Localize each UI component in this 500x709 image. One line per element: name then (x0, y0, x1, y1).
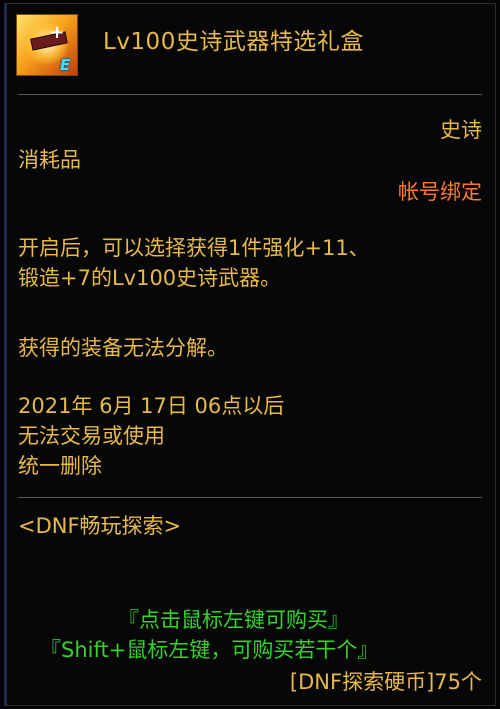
binding-status: 帐号绑定 (398, 180, 482, 204)
description-line: 开启后，可以选择获得1件强化+11、 (18, 236, 370, 260)
purchase-shift-hint: 『Shift+鼠标左键，可购买若干个』 (40, 638, 379, 662)
description-line: 锻造+7的Lv100史诗武器。 (18, 266, 282, 290)
icon-plus-sign: + (49, 22, 65, 43)
divider (18, 497, 482, 498)
divider (18, 94, 482, 95)
grade-letter-icon: E (60, 56, 71, 74)
item-name: Lv100史诗武器特选礼盒 (103, 29, 364, 55)
item-type: 消耗品 (18, 148, 81, 172)
item-rarity: 史诗 (440, 118, 482, 142)
item-price: [DNF探索硬币]75个 (289, 670, 482, 694)
item-source: <DNF畅玩探索> (18, 514, 182, 538)
expiry-line: 无法交易或使用 (18, 424, 165, 448)
expiry-line: 2021年 6月 17日 06点以后 (18, 394, 285, 418)
item-note: 获得的装备无法分解。 (18, 336, 228, 360)
epic-weapon-gift-box-icon: + E (16, 14, 78, 76)
purchase-click-hint: 『点击鼠标左键可购买』 (118, 608, 349, 632)
expiry-line: 统一删除 (18, 454, 102, 478)
